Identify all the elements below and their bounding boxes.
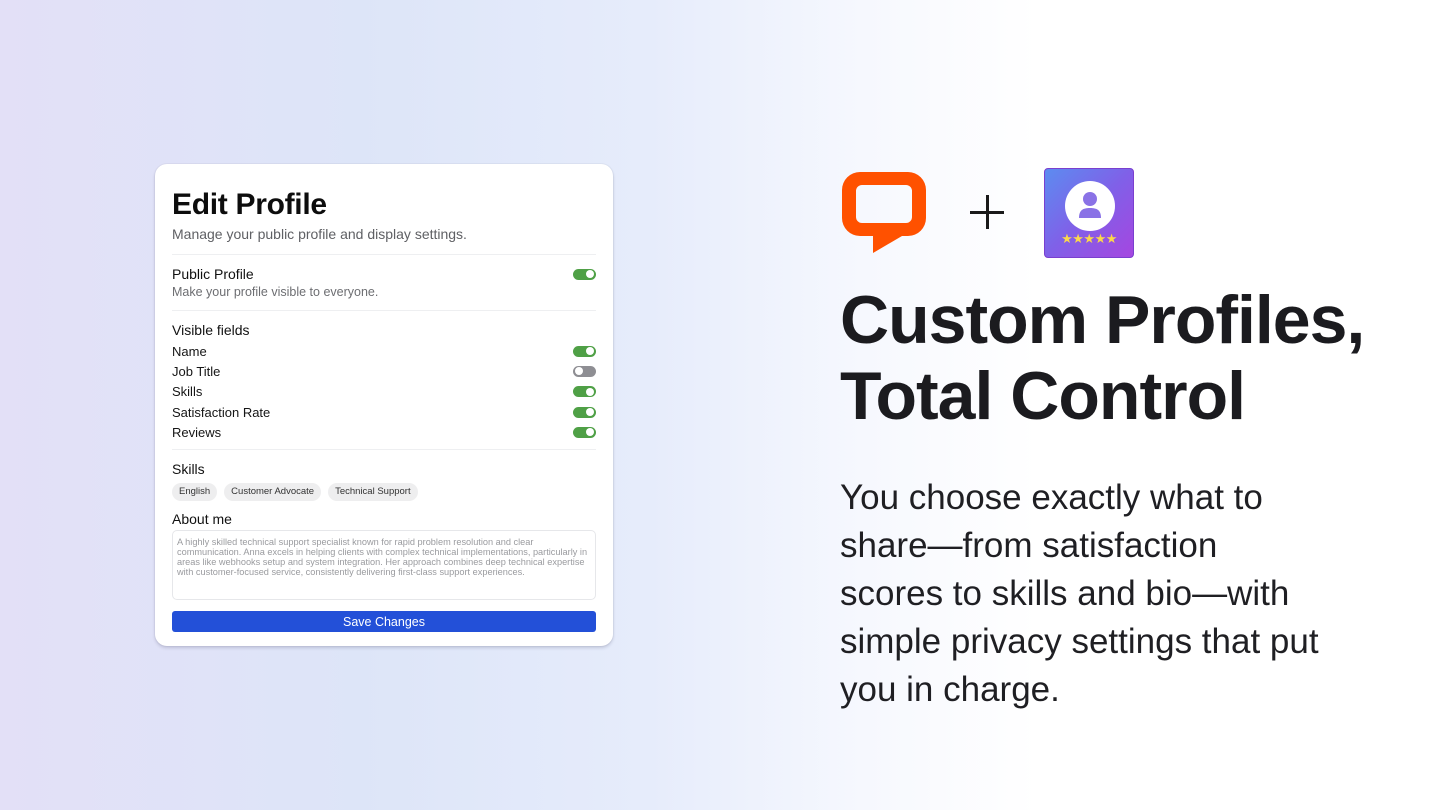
headline-line-2: Total Control	[840, 358, 1246, 434]
plus-icon	[970, 195, 1006, 231]
toggle-knob	[575, 367, 583, 376]
visible-fields-list: Name Job Title Skills Satisfaction Rate Revi…	[172, 341, 596, 442]
toggle-knob	[586, 347, 594, 356]
promo-body-text: You choose exactly what to share—from sa…	[840, 478, 1319, 709]
about-section: About me A highly skilled technical supp…	[172, 511, 596, 601]
promo-panel: ★★★★★ Custom Profiles, Total Control You…	[840, 168, 1365, 714]
skill-chip[interactable]: English	[172, 483, 218, 502]
page-subtitle: Manage your public profile and display s…	[172, 226, 467, 242]
visible-field-row: Satisfaction Rate	[172, 402, 596, 422]
save-changes-button[interactable]: Save Changes	[172, 611, 596, 633]
toggle-knob	[586, 387, 594, 396]
skill-chip[interactable]: Technical Support	[328, 483, 418, 502]
public-profile-description: Make your profile visible to everyone.	[172, 285, 379, 299]
visible-field-label: Reviews	[172, 424, 222, 440]
toggle-knob	[586, 408, 594, 417]
public-profile-label: Public Profile	[172, 266, 254, 282]
about-textarea[interactable]: A highly skilled technical support speci…	[172, 530, 596, 601]
visible-field-label: Job Title	[172, 363, 221, 379]
divider	[172, 449, 596, 451]
page-title: Edit Profile	[172, 188, 327, 221]
skills-section: Skills English Customer Advocate Technical…	[172, 461, 596, 502]
public-profile-section: Public Profile Make your profile visible…	[172, 266, 596, 300]
skills-heading: Skills	[172, 461, 205, 478]
visible-field-toggle[interactable]	[573, 365, 596, 377]
visible-field-row: Name	[172, 341, 596, 361]
toggle-knob	[586, 428, 594, 437]
avatar-circle	[1065, 181, 1115, 231]
five-stars-icon: ★★★★★	[1061, 231, 1117, 246]
edit-profile-card: Edit Profile Manage your public profile …	[155, 164, 613, 646]
skills-chips: English Customer Advocate Technical Suppor…	[172, 483, 596, 502]
visible-field-label: Name	[172, 343, 207, 359]
visible-field-row: Job Title	[172, 361, 596, 381]
divider	[172, 310, 596, 311]
visible-field-toggle[interactable]	[573, 386, 596, 398]
profile-rating-app-icon: ★★★★★	[1044, 168, 1134, 258]
visible-fields-section: Visible fields Name Job Title Skills Satisf…	[172, 322, 596, 442]
about-heading: About me	[172, 511, 232, 528]
divider	[172, 254, 596, 255]
visible-fields-heading: Visible fields	[172, 322, 250, 338]
user-icon	[1079, 192, 1101, 218]
public-profile-toggle[interactable]	[573, 268, 596, 280]
visible-field-toggle[interactable]	[573, 426, 596, 438]
visible-field-row: Skills	[172, 382, 596, 402]
visible-field-row: Reviews	[172, 422, 596, 442]
logos-row: ★★★★★	[840, 168, 1364, 258]
headline: Custom Profiles, Total Control	[840, 282, 1365, 434]
headline-line-1: Custom Profiles,	[840, 282, 1365, 358]
visible-field-label: Skills	[172, 384, 203, 400]
toggle-knob	[586, 270, 594, 278]
visible-field-label: Satisfaction Rate	[172, 404, 271, 420]
visible-field-toggle[interactable]	[573, 345, 596, 357]
visible-field-toggle[interactable]	[573, 406, 596, 418]
livechat-bubble-icon	[842, 172, 926, 253]
skill-chip[interactable]: Customer Advocate	[224, 483, 322, 502]
